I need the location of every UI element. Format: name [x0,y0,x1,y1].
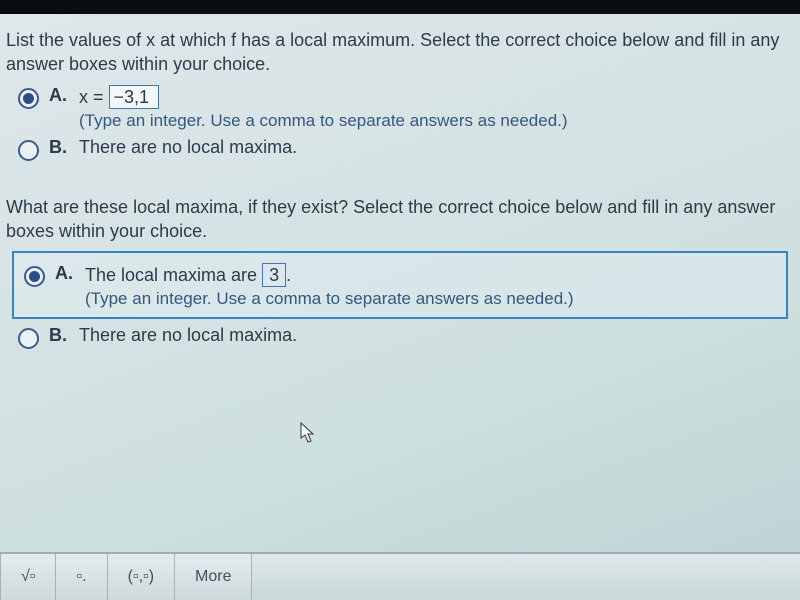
q2-prompt: What are these local maxima, if they exi… [0,181,800,248]
option-letter: A. [49,85,71,106]
option-letter: B. [49,325,71,346]
radio-unselected-icon[interactable] [18,328,39,349]
option-body: The local maxima are 3. (Type an integer… [85,263,780,309]
q1-prompt: List the values of x at which f has a lo… [0,14,800,81]
answer-input-q1a[interactable]: −3,1 [109,85,159,109]
option-letter: A. [55,263,77,284]
option-text: There are no local maxima. [79,137,794,158]
tool-pair-button[interactable]: (▫,▫) [108,554,175,600]
q2-option-a-selected-frame: A. The local maxima are 3. (Type an inte… [12,251,788,319]
option-body: x = −3,1 (Type an integer. Use a comma t… [79,85,794,131]
tool-more-button[interactable]: More [175,554,252,600]
radio-selected-icon[interactable] [18,88,39,109]
q2-option-b[interactable]: B. There are no local maxima. [0,321,800,351]
answer-hint: (Type an integer. Use a comma to separat… [79,111,794,131]
answer-input-q2a[interactable]: 3 [262,263,286,287]
radio-selected-icon[interactable] [24,266,45,287]
answer-hint: (Type an integer. Use a comma to separat… [85,289,780,309]
option-text: There are no local maxima. [79,325,794,346]
question-panel: List the values of x at which f has a lo… [0,14,800,600]
tool-decimal-button[interactable]: ▫. [56,554,107,600]
answer-suffix: . [286,265,291,285]
q2-option-a[interactable]: A. The local maxima are 3. (Type an inte… [18,259,786,311]
q1-option-b[interactable]: B. There are no local maxima. [0,133,800,163]
window-top-edge [0,0,800,14]
q1-option-a[interactable]: A. x = −3,1 (Type an integer. Use a comm… [0,81,800,133]
answer-prefix: The local maxima are [85,265,262,285]
tool-sqrt-button[interactable]: √▫ [0,554,56,600]
radio-unselected-icon[interactable] [18,140,39,161]
option-letter: B. [49,137,71,158]
answer-prefix: x = [79,87,109,107]
math-toolbar: √▫ ▫. (▫,▫) More [0,552,800,600]
cursor-icon [300,422,316,444]
